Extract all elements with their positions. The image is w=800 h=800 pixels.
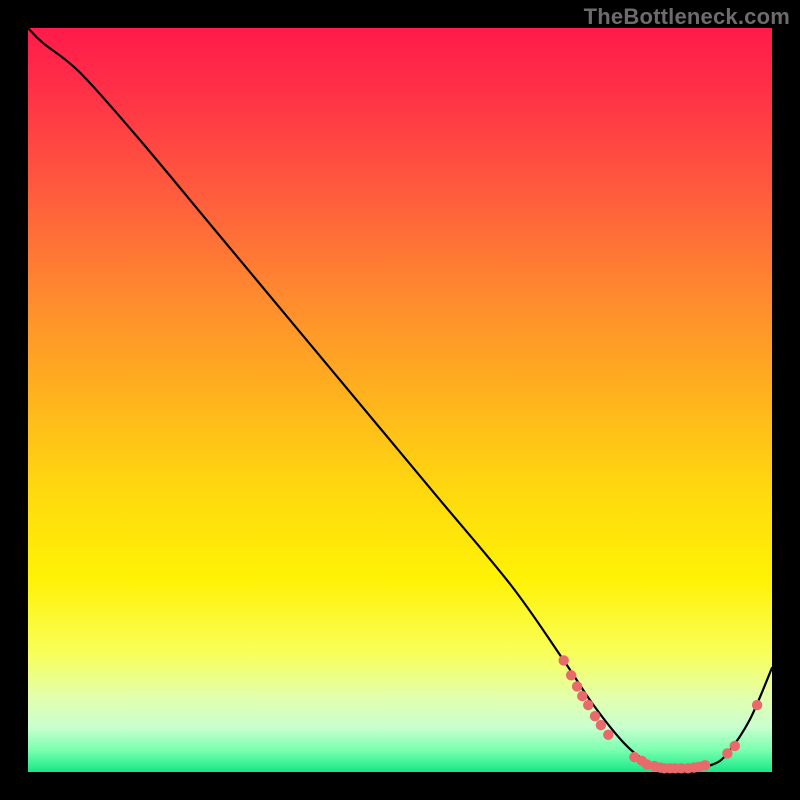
curve-marker bbox=[583, 700, 593, 710]
curve-marker bbox=[752, 700, 762, 710]
curve-marker bbox=[566, 670, 576, 680]
curve-marker bbox=[577, 691, 587, 701]
curve-markers bbox=[558, 655, 762, 773]
curve-marker bbox=[596, 720, 606, 730]
curve-marker bbox=[603, 730, 613, 740]
curve-marker bbox=[722, 748, 732, 758]
curve-marker bbox=[558, 655, 568, 665]
watermark-text: TheBottleneck.com bbox=[584, 4, 790, 30]
curve-line bbox=[28, 28, 772, 769]
curve-marker bbox=[730, 741, 740, 751]
plot-area bbox=[28, 28, 772, 772]
chart-svg bbox=[28, 28, 772, 772]
curve-marker bbox=[572, 681, 582, 691]
curve-marker bbox=[700, 760, 710, 770]
curve-marker bbox=[590, 711, 600, 721]
chart-frame: TheBottleneck.com bbox=[0, 0, 800, 800]
